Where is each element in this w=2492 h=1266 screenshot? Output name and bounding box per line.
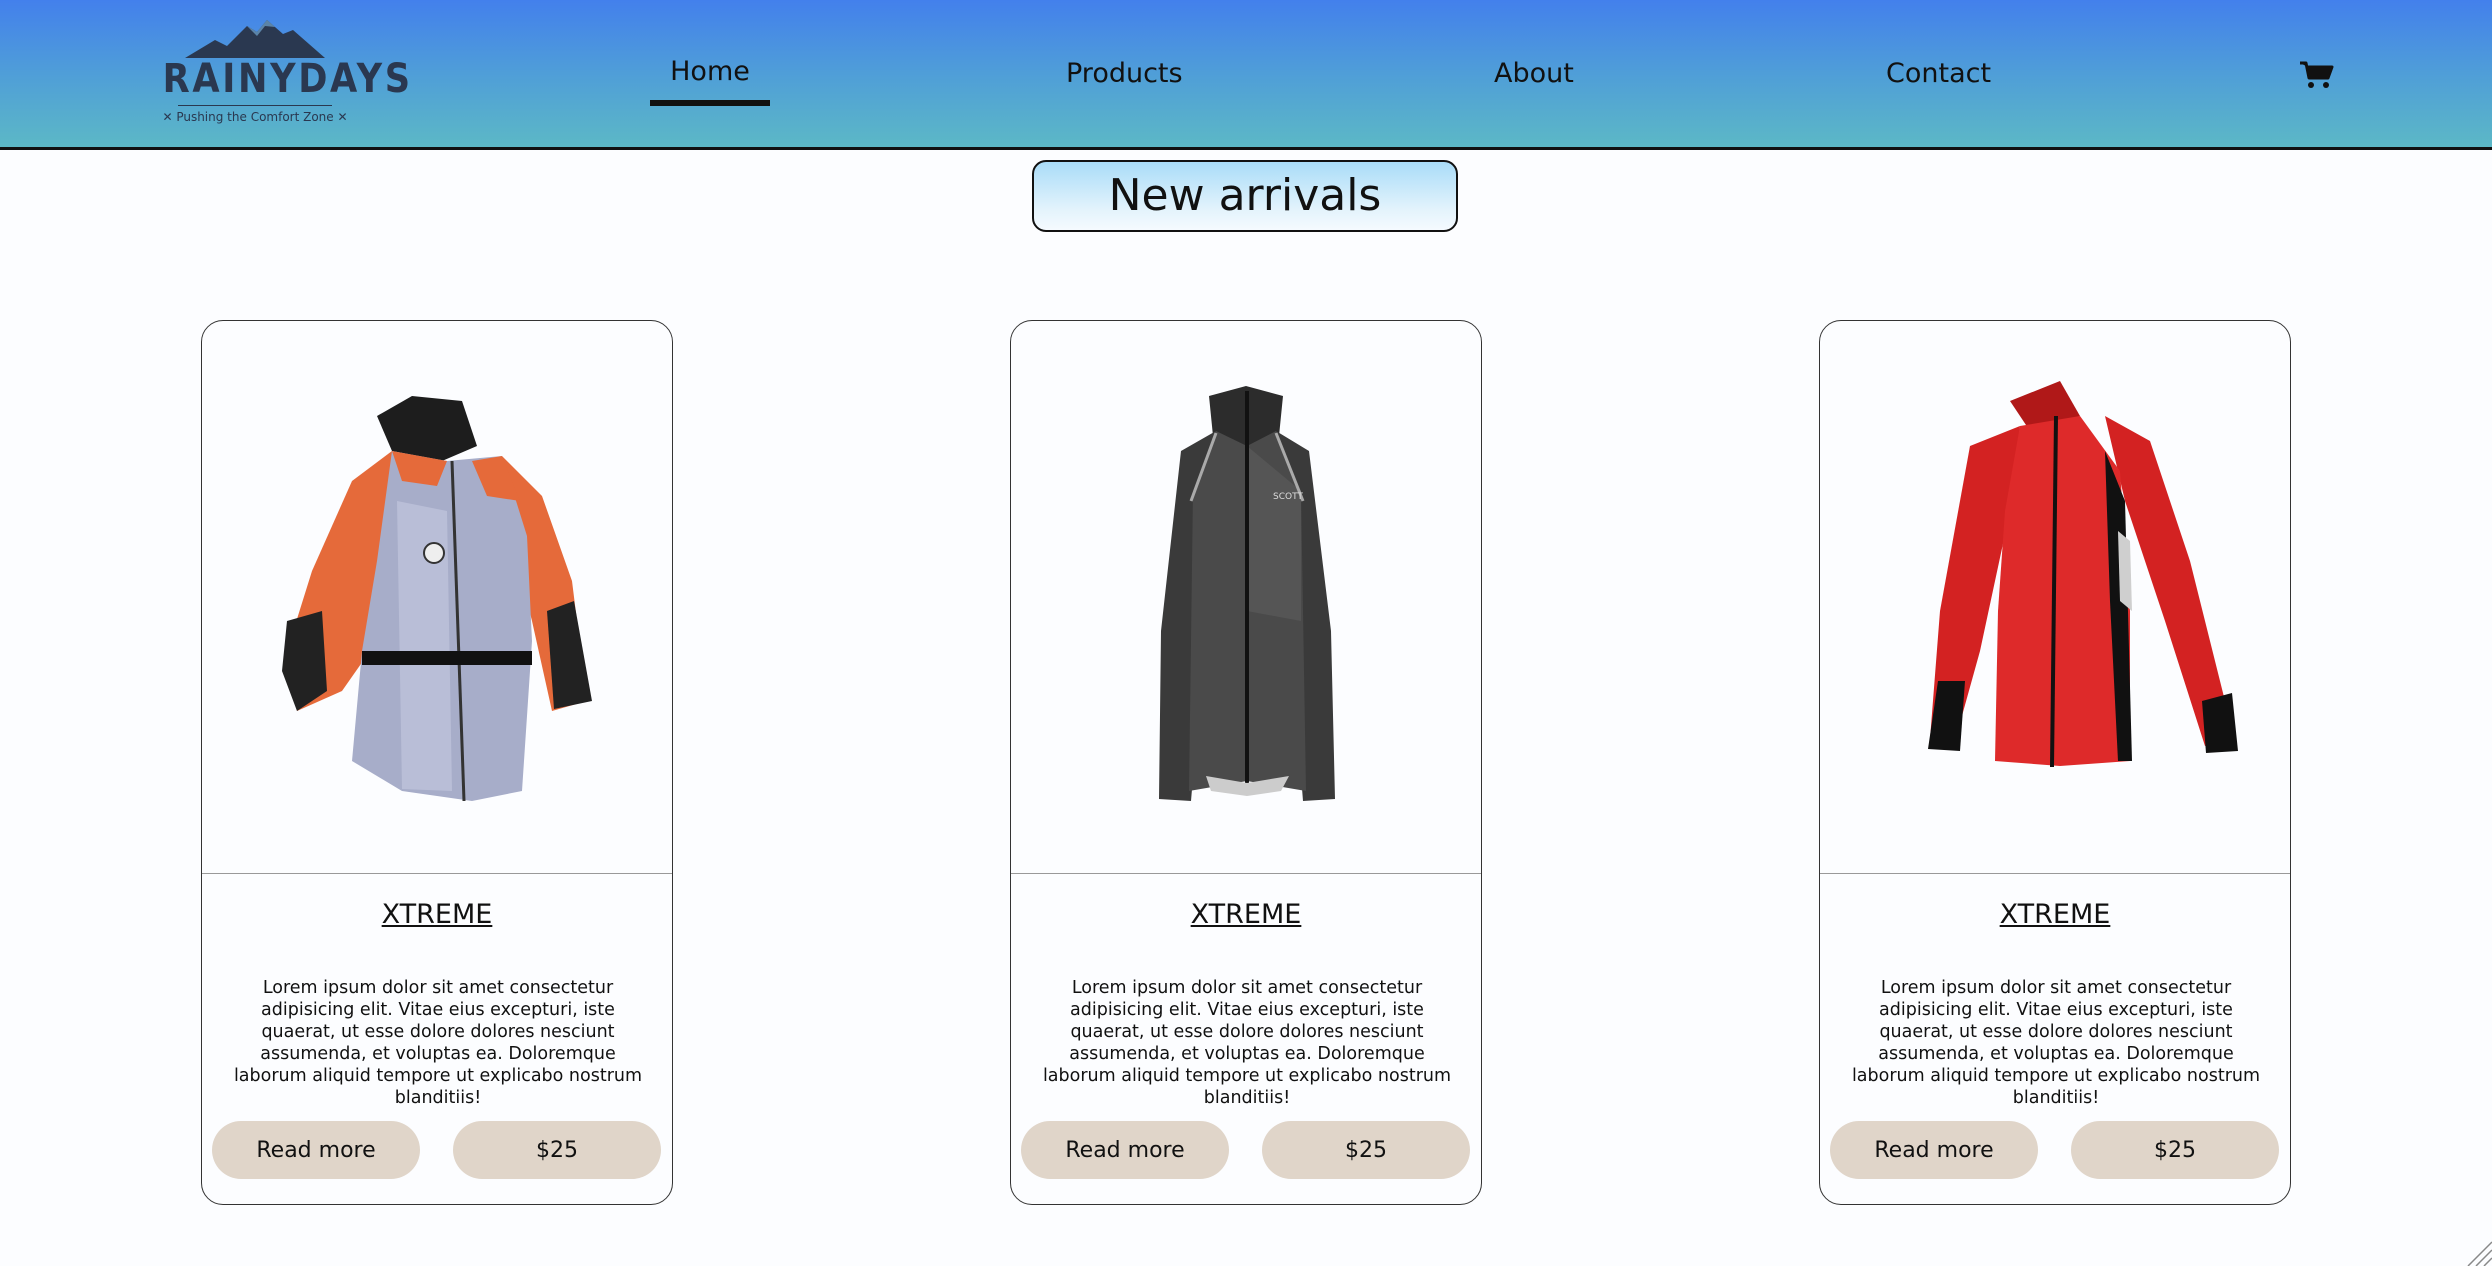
price-button[interactable]: $25 [453, 1121, 661, 1179]
product-card: XTREME Lorem ipsum dolor sit amet consec… [201, 320, 673, 1205]
orange-grey-jacket-image [282, 396, 592, 802]
nav-about[interactable]: About [1494, 58, 1574, 89]
nav-products[interactable]: Products [1066, 58, 1183, 89]
rainydays-logo[interactable]: RAINYDAYS ✕ Pushing the Comfort Zone ✕ [150, 18, 413, 128]
price-button[interactable]: $25 [2071, 1121, 2279, 1179]
logo-divider [178, 105, 332, 106]
product-card: SCOTT XTREME Lorem ipsum dolor sit amet … [1010, 320, 1482, 1205]
nav-home[interactable]: Home [650, 56, 770, 87]
site-header: RAINYDAYS ✕ Pushing the Comfort Zone ✕ H… [0, 0, 2492, 150]
read-more-button[interactable]: Read more [1021, 1121, 1229, 1179]
cart-icon[interactable] [2300, 60, 2334, 90]
price-button[interactable]: $25 [1262, 1121, 1470, 1179]
resize-grip-icon[interactable] [2464, 1238, 2492, 1266]
nav-active-indicator [650, 100, 770, 106]
svg-text:SCOTT: SCOTT [1273, 492, 1303, 502]
black-jacket-image: SCOTT [1159, 386, 1335, 801]
product-image[interactable] [1820, 321, 2290, 874]
product-card: XTREME Lorem ipsum dolor sit amet consec… [1819, 320, 2291, 1205]
product-description: Lorem ipsum dolor sit amet consectetur a… [1042, 978, 1452, 1108]
product-title[interactable]: XTREME [1820, 899, 2290, 930]
nav-contact[interactable]: Contact [1886, 58, 1991, 89]
product-description: Lorem ipsum dolor sit amet consectetur a… [1851, 978, 2261, 1108]
read-more-button[interactable]: Read more [1830, 1121, 2038, 1179]
product-description: Lorem ipsum dolor sit amet consectetur a… [233, 978, 643, 1108]
product-image[interactable] [202, 321, 672, 874]
red-jacket-image [1928, 381, 2238, 768]
product-title[interactable]: XTREME [202, 899, 672, 930]
logo-tagline: ✕ Pushing the Comfort Zone ✕ [162, 110, 348, 124]
logo-brand: RAINYDAYS [162, 56, 413, 102]
mountain-icon [185, 20, 325, 58]
product-image[interactable]: SCOTT [1011, 321, 1481, 874]
product-title[interactable]: XTREME [1011, 899, 1481, 930]
read-more-button[interactable]: Read more [212, 1121, 420, 1179]
section-title: New arrivals [1032, 160, 1458, 232]
